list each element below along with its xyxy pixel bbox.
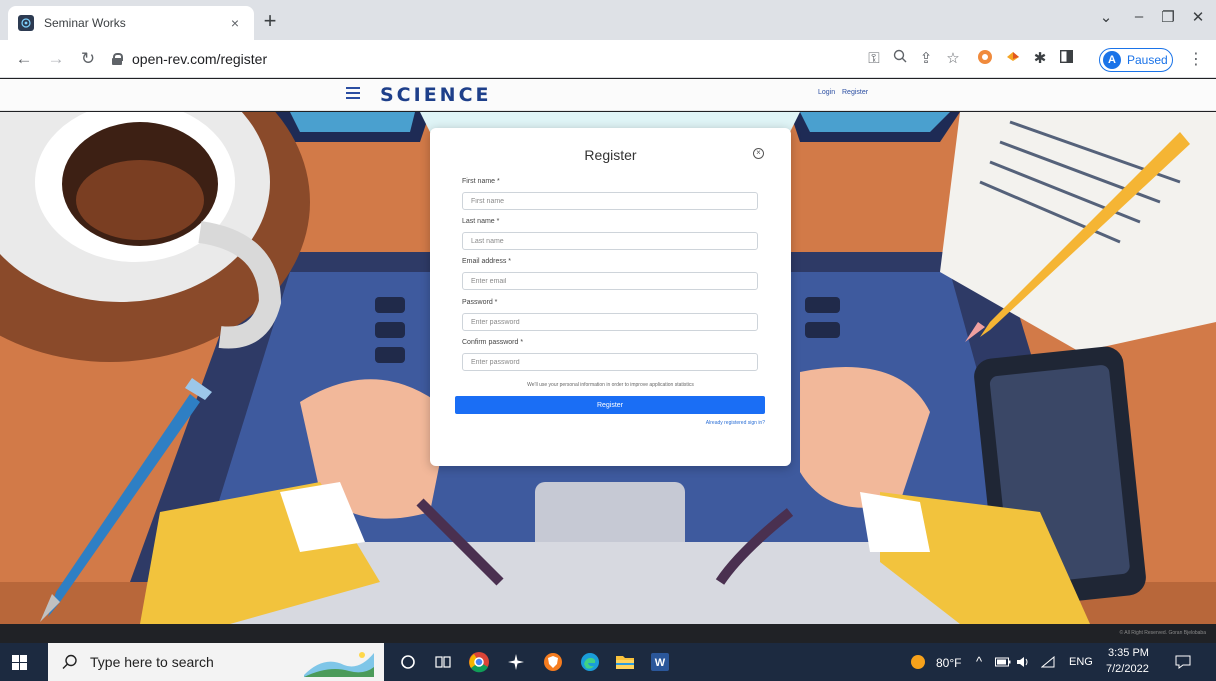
- site-logo[interactable]: SCIENCE: [380, 84, 492, 106]
- footer-copyright: © All Right Reserved. Goran Bjelobaba: [1119, 630, 1206, 636]
- minimize-button[interactable]: –: [1127, 8, 1151, 25]
- zoom-icon[interactable]: [890, 49, 910, 69]
- windows-start-icon[interactable]: [12, 655, 27, 670]
- register-button[interactable]: Register: [455, 396, 765, 414]
- word-app-icon[interactable]: W: [647, 649, 673, 675]
- modal-close-icon[interactable]: ×: [753, 148, 764, 159]
- extension-fox-icon[interactable]: [1003, 49, 1023, 69]
- windows-taskbar: Type here to search W 80°F ^ ENG 3:35 PM…: [0, 643, 1216, 681]
- site-favicon-icon: [18, 15, 34, 31]
- restore-button[interactable]: ❐: [1156, 8, 1180, 26]
- side-panel-icon[interactable]: [1056, 49, 1076, 69]
- weather-sun-icon[interactable]: [905, 649, 931, 675]
- clock-date[interactable]: 7/2/2022: [1106, 663, 1149, 675]
- taskbar-search-box[interactable]: Type here to search: [48, 643, 384, 681]
- back-button[interactable]: ←: [12, 48, 36, 70]
- privacy-note: We'll use your personal information in o…: [527, 382, 694, 388]
- app-sparkle-icon[interactable]: [503, 649, 529, 675]
- email-input[interactable]: [462, 272, 758, 290]
- search-icon: [62, 654, 77, 669]
- logo-text: SCIENCE: [380, 84, 492, 106]
- hamburger-menu-icon[interactable]: [346, 87, 360, 99]
- notifications-icon[interactable]: [1170, 649, 1196, 675]
- task-view-icon[interactable]: [430, 649, 456, 675]
- tab-close-icon[interactable]: ×: [226, 15, 244, 31]
- tray-chevron-icon[interactable]: ^: [976, 654, 982, 669]
- svg-text:W: W: [655, 657, 666, 669]
- address-bar[interactable]: open-rev.com/register: [112, 45, 472, 73]
- last-name-input[interactable]: [462, 232, 758, 250]
- tab-search-chevron-icon[interactable]: ⌄: [1094, 8, 1118, 26]
- avatar: A: [1103, 51, 1121, 69]
- browser-tab[interactable]: Seminar Works ×: [8, 6, 254, 40]
- first-name-label: First name *: [462, 178, 500, 185]
- forward-button[interactable]: →: [44, 48, 68, 70]
- confirm-password-input[interactable]: [462, 353, 758, 371]
- sign-in-link[interactable]: Already registered sign in?: [706, 420, 765, 426]
- browser-menu-icon[interactable]: ⋮: [1188, 49, 1204, 69]
- search-highlight-art-icon: [304, 652, 374, 677]
- close-window-button[interactable]: ✕: [1186, 8, 1210, 26]
- shield-app-icon[interactable]: [540, 649, 566, 675]
- volume-icon[interactable]: [1010, 649, 1036, 675]
- email-label: Email address *: [462, 258, 512, 265]
- chrome-app-icon[interactable]: [466, 649, 492, 675]
- cortana-icon[interactable]: [395, 649, 421, 675]
- register-modal: Register × First name * Last name * Emai…: [430, 128, 791, 466]
- language-indicator[interactable]: ENG: [1069, 656, 1093, 668]
- nav-login-link[interactable]: Login: [818, 89, 835, 96]
- password-label: Password *: [462, 299, 498, 306]
- last-name-label: Last name *: [462, 218, 500, 225]
- nav-register-link[interactable]: Register: [842, 89, 868, 96]
- profile-button[interactable]: A Paused: [1099, 48, 1173, 72]
- search-placeholder: Type here to search: [90, 654, 214, 670]
- tab-title: Seminar Works: [44, 16, 126, 30]
- password-input[interactable]: [462, 313, 758, 331]
- url-text: open-rev.com/register: [132, 51, 268, 67]
- browser-toolbar: ← → ↻ open-rev.com/register ⚿ ⇪ ☆ ✱ A Pa…: [0, 40, 1216, 78]
- lock-icon: [112, 53, 123, 65]
- reload-button[interactable]: ↻: [76, 48, 100, 70]
- key-icon[interactable]: ⚿: [864, 49, 884, 69]
- confirm-password-label: Confirm password *: [462, 339, 524, 346]
- site-footer: © All Right Reserved. Goran Bjelobaba: [0, 624, 1216, 643]
- clock-time[interactable]: 3:35 PM: [1108, 647, 1149, 659]
- network-icon[interactable]: [1035, 649, 1061, 675]
- first-name-input[interactable]: [462, 192, 758, 210]
- extension-orange-icon[interactable]: [975, 49, 995, 69]
- browser-tab-bar: Seminar Works × + ⌄ – ❐ ✕: [0, 0, 1216, 40]
- site-navbar: SCIENCE Login Register: [0, 79, 1216, 111]
- file-explorer-icon[interactable]: [612, 649, 638, 675]
- share-icon[interactable]: ⇪: [916, 49, 936, 69]
- extensions-puzzle-icon[interactable]: ✱: [1030, 49, 1050, 69]
- bookmark-star-icon[interactable]: ☆: [943, 49, 963, 69]
- new-tab-button[interactable]: +: [258, 10, 282, 34]
- profile-status: Paused: [1127, 53, 1168, 67]
- edge-browser-icon[interactable]: [577, 649, 603, 675]
- modal-title: Register: [584, 147, 637, 163]
- weather-temp[interactable]: 80°F: [936, 656, 961, 670]
